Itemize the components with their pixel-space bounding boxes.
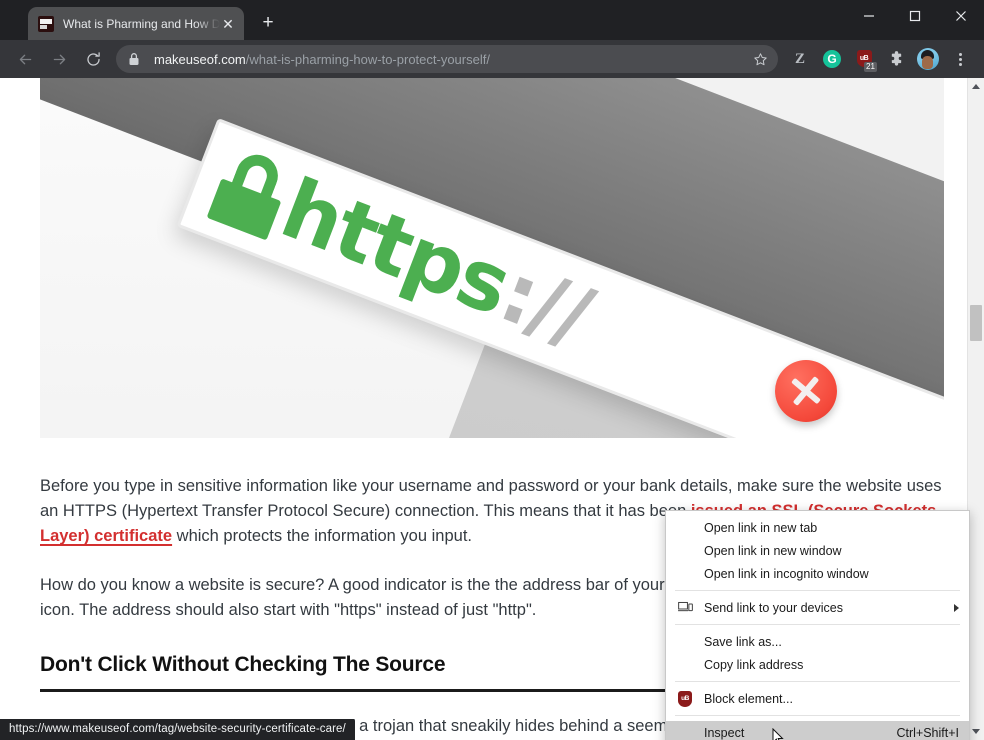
avatar[interactable]	[914, 45, 942, 73]
menu-item-label: Open link in new window	[704, 543, 842, 558]
menu-item-label: Open link in new tab	[704, 520, 818, 535]
hero-image: https://	[40, 78, 944, 438]
menu-separator	[675, 681, 960, 682]
menu-separator	[675, 624, 960, 625]
close-icon[interactable]: ✕	[220, 16, 236, 32]
context-menu: Open link in new tab Open link in new win…	[665, 510, 970, 740]
browser-tab[interactable]: What is Pharming and How Do Yo ✕	[28, 7, 244, 40]
menu-item-open-link-in-new-window[interactable]: Open link in new window	[666, 539, 969, 562]
scroll-thumb[interactable]	[970, 305, 982, 341]
address-bar-path: /what-is-pharming-how-to-protect-yoursel…	[245, 51, 490, 67]
menu-item-shortcut: Ctrl+Shift+I	[896, 725, 959, 740]
menu-item-inspect[interactable]: Inspect Ctrl+Shift+I	[666, 721, 969, 740]
menu-item-label: Save link as...	[704, 634, 782, 649]
three-dots-icon	[958, 52, 962, 66]
scroll-down-arrow-icon[interactable]	[968, 723, 984, 740]
zotero-glyph: Z	[794, 50, 805, 67]
close-window-icon[interactable]	[938, 0, 984, 32]
ublock-glyph: uB	[859, 55, 869, 62]
menu-item-label: Block element...	[704, 691, 793, 706]
chevron-right-icon	[954, 603, 959, 612]
minimize-icon[interactable]	[846, 0, 892, 32]
hero-close-button-graphic	[775, 360, 837, 422]
menu-item-icon-slot	[666, 721, 704, 740]
ublock-shield-icon: uB	[666, 687, 704, 710]
back-button[interactable]	[11, 45, 39, 73]
menu-item-label: Open link in incognito window	[704, 566, 869, 581]
tab-title: What is Pharming and How Do Yo	[63, 16, 220, 31]
menu-item-icon-slot	[666, 516, 704, 539]
menu-item-icon-slot	[666, 562, 704, 585]
menu-item-save-link-as[interactable]: Save link as...	[666, 630, 969, 653]
address-bar[interactable]: makeuseof.com/what-is-pharming-how-to-pr…	[116, 45, 778, 73]
paragraph-https-tail: which protects the information you input…	[172, 527, 472, 545]
profile-photo	[917, 48, 939, 70]
ublock-origin-extension-icon[interactable]: uB 21	[850, 45, 878, 73]
menu-item-label: Inspect	[704, 725, 745, 740]
menu-item-block-element[interactable]: uB Block element...	[666, 687, 969, 710]
address-bar-domain: makeuseof.com	[154, 51, 246, 67]
menu-item-icon-slot	[666, 630, 704, 653]
reload-button[interactable]	[79, 45, 107, 73]
scroll-up-arrow-icon[interactable]	[968, 78, 984, 95]
window-controls	[846, 0, 984, 32]
extensions-puzzle-icon[interactable]	[882, 45, 910, 73]
site-secure-lock-icon[interactable]	[128, 52, 142, 66]
link-status-bubble: https://www.makeuseof.com/tag/website-se…	[0, 719, 355, 740]
devices-icon	[666, 596, 704, 619]
menu-item-icon-slot	[666, 539, 704, 562]
ublock-shield: uB 21	[855, 50, 877, 72]
chrome-menu-button[interactable]	[946, 45, 974, 73]
menu-item-send-link-to-your-devices[interactable]: Send link to your devices	[666, 596, 969, 619]
menu-separator	[675, 715, 960, 716]
tab-strip: What is Pharming and How Do Yo ✕ +	[0, 0, 984, 40]
menu-separator	[675, 590, 960, 591]
zotero-extension-icon[interactable]: Z	[786, 45, 814, 73]
forward-button[interactable]	[45, 45, 73, 73]
grammarly-glyph: G	[823, 50, 841, 68]
menu-item-copy-link-address[interactable]: Copy link address	[666, 653, 969, 676]
grammarly-extension-icon[interactable]: G	[818, 45, 846, 73]
ublock-badge-count: 21	[864, 62, 877, 72]
menu-item-open-link-in-incognito-window[interactable]: Open link in incognito window	[666, 562, 969, 585]
star-outline-icon[interactable]	[746, 52, 774, 67]
menu-item-icon-slot	[666, 653, 704, 676]
makeuseof-favicon	[38, 15, 54, 32]
menu-item-label: Send link to your devices	[704, 600, 843, 615]
new-tab-button[interactable]: +	[254, 9, 282, 37]
browser-window: What is Pharming and How Do Yo ✕ +	[0, 0, 984, 740]
menu-item-label: Copy link address	[704, 657, 804, 672]
browser-toolbar: makeuseof.com/what-is-pharming-how-to-pr…	[0, 40, 984, 78]
menu-item-open-link-in-new-tab[interactable]: Open link in new tab	[666, 516, 969, 539]
maximize-icon[interactable]	[892, 0, 938, 32]
address-bar-url: makeuseof.com/what-is-pharming-how-to-pr…	[154, 52, 746, 67]
